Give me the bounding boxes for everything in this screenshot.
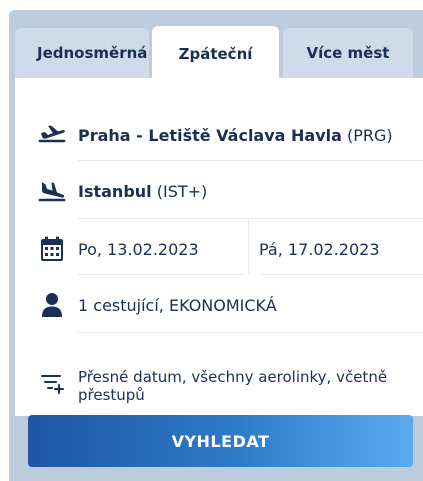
dates-field: Po, 13.02.2023 Pá, 17.02.2023 (15, 234, 423, 264)
return-date[interactable]: Pá, 17.02.2023 (259, 240, 380, 259)
arrival-name: Istanbul (78, 181, 152, 201)
search-button[interactable]: VYHLEDAT (28, 415, 413, 467)
departure-field[interactable]: Praha - Letiště Václava Havla (PRG) (15, 120, 423, 150)
divider (78, 218, 423, 219)
passengers-field[interactable]: 1 cestující, EKONOMICKÁ (15, 290, 423, 320)
divider (78, 160, 423, 161)
tab-round-trip[interactable]: Zpáteční (152, 26, 279, 81)
person-icon (37, 290, 67, 320)
search-panel: Jednosměrná Zpáteční Více měst Praha - L… (9, 10, 423, 481)
outbound-date[interactable]: Po, 13.02.2023 (78, 240, 199, 259)
divider (78, 332, 423, 333)
divider (78, 274, 244, 275)
trip-type-tabs: Jednosměrná Zpáteční Více měst (9, 10, 423, 81)
passengers-label: 1 cestující, EKONOMICKÁ (78, 295, 277, 315)
calendar-icon (37, 234, 67, 264)
departure-name: Praha - Letiště Václava Havla (78, 125, 342, 145)
arrival-label: Istanbul (IST+) (78, 182, 207, 201)
date-separator (248, 218, 249, 274)
filter-add-icon (37, 368, 67, 398)
tab-one-way[interactable]: Jednosměrná (15, 28, 149, 78)
search-form: Praha - Letiště Václava Havla (PRG) Ista… (15, 78, 423, 416)
arrival-code: (IST+) (156, 181, 208, 201)
departure-code: (PRG) (347, 125, 393, 145)
airplane-landing-icon (37, 176, 67, 206)
airplane-takeoff-icon (37, 120, 67, 150)
tab-multi-city[interactable]: Více měst (283, 28, 413, 78)
departure-label: Praha - Letiště Václava Havla (PRG) (78, 126, 393, 145)
arrival-field[interactable]: Istanbul (IST+) (15, 176, 423, 206)
divider (259, 274, 423, 275)
filters-summary[interactable]: Přesné datum, všechny aerolinky, včetně … (78, 368, 398, 404)
